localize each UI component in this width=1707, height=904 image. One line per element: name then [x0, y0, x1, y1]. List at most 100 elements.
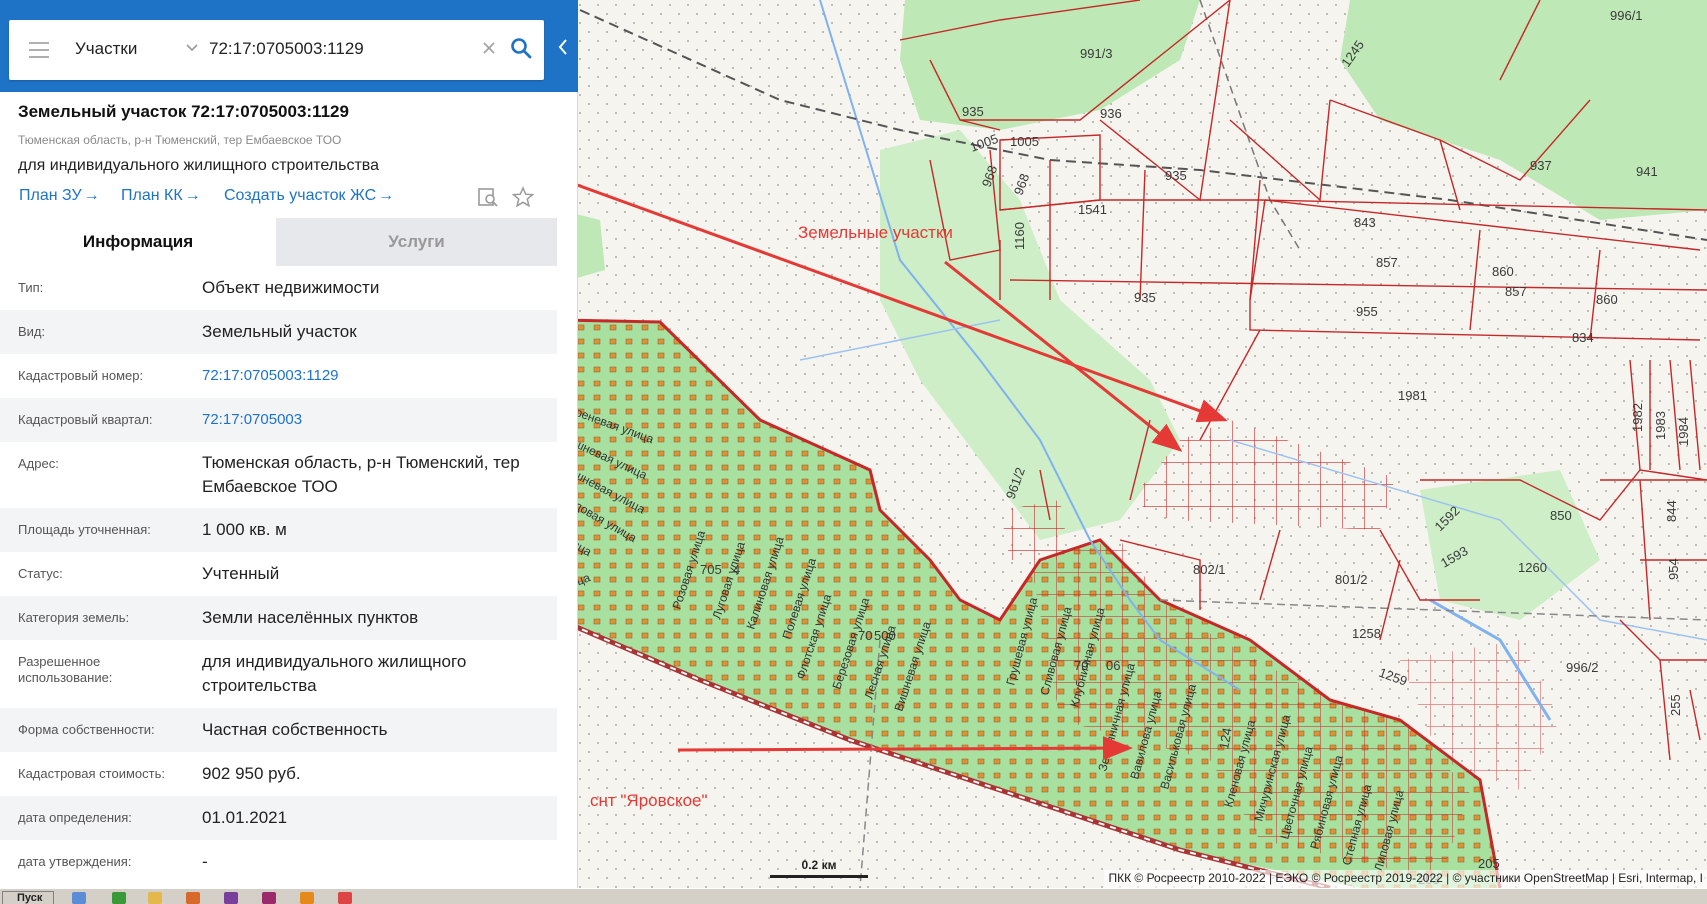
info-value: 1 000 кв. м	[202, 520, 287, 539]
info-label: Тип:	[18, 280, 44, 295]
annotation-land-plots: Земельные участки	[798, 223, 953, 242]
svg-text:205: 205	[1478, 856, 1500, 871]
app-icon[interactable]	[338, 892, 352, 904]
svg-text:996/2: 996/2	[1566, 660, 1599, 675]
app-icon[interactable]	[262, 892, 276, 904]
plan-kk-label: План КК	[121, 187, 183, 204]
plan-zu-link[interactable]: План ЗУ →	[19, 187, 100, 205]
start-button[interactable]: Пуск	[2, 891, 54, 904]
print-preview-icon[interactable]	[477, 186, 499, 208]
chevron-down-icon[interactable]	[184, 39, 200, 55]
info-row-determination-date: дата определения: 01.01.2021	[0, 796, 557, 840]
svg-text:996/1: 996/1	[1610, 8, 1643, 23]
app-icon[interactable]	[224, 892, 238, 904]
info-label: Статус:	[18, 566, 63, 581]
info-row-permitted-use: Разрешенное использование: для индивидуа…	[0, 640, 557, 708]
explorer-icon[interactable]	[72, 892, 86, 904]
svg-text:1005: 1005	[1010, 134, 1039, 149]
app-icon[interactable]	[300, 892, 314, 904]
svg-text:802/1: 802/1	[1193, 562, 1226, 577]
cadastral-number-link[interactable]: 72:17:0705003:1129	[202, 364, 542, 388]
app-icon[interactable]	[186, 892, 200, 904]
create-parcel-link[interactable]: Создать участок ЖС →	[224, 187, 394, 205]
info-value: 902 950 руб.	[202, 764, 301, 783]
info-label: дата определения:	[18, 810, 132, 825]
info-value: Объект недвижимости	[202, 278, 380, 297]
info-row-area: Площадь уточненная: 1 000 кв. м	[0, 508, 557, 552]
svg-text:850: 850	[1550, 508, 1572, 523]
info-value: Земли населённых пунктов	[202, 608, 419, 627]
clear-icon[interactable]	[481, 40, 497, 56]
parcel-address: Тюменская область, р-н Тюменский, тер Ем…	[18, 133, 342, 147]
info-table: Тип: Объект недвижимости Вид: Земельный …	[0, 266, 557, 884]
info-row-approval-date: дата утверждения: -	[0, 840, 557, 884]
map-attribution: ПКК © Росреестр 2010-2022 | ЕЭКО © Росре…	[1104, 870, 1707, 888]
svg-text:1984: 1984	[1676, 417, 1691, 446]
svg-text:801/2: 801/2	[1335, 572, 1368, 587]
tab-services[interactable]: Услуги	[276, 218, 557, 266]
search-box: Участки	[9, 20, 544, 80]
search-input[interactable]	[209, 34, 469, 64]
svg-text:991/3: 991/3	[1080, 46, 1113, 61]
info-label: Разрешенное использование:	[18, 654, 113, 685]
star-icon[interactable]	[512, 186, 534, 208]
info-value: Земельный участок	[202, 322, 357, 341]
search-icon[interactable]	[509, 36, 533, 60]
svg-text:705: 705	[700, 562, 722, 577]
info-panel: Участки Земельный участок 72:17:0705003:…	[0, 0, 578, 888]
info-label: дата утверждения:	[18, 854, 132, 869]
info-label: Площадь уточненная:	[18, 522, 151, 537]
svg-text:834: 834	[1572, 330, 1594, 345]
info-label: Кадастровый номер:	[18, 368, 144, 383]
info-row-address: Адрес: Тюменская область, р-н Тюменский,…	[0, 442, 557, 508]
folder-icon[interactable]	[148, 892, 162, 904]
svg-text:06: 06	[1106, 658, 1120, 673]
info-row-land-category: Категория земель: Земли населённых пункт…	[0, 596, 557, 640]
arrow-right-icon: →	[83, 187, 100, 204]
info-value: для индивидуального жилищного строительс…	[202, 652, 467, 695]
svg-text:1160: 1160	[1012, 222, 1027, 250]
svg-text:937: 937	[1530, 158, 1552, 173]
svg-text:255: 255	[1668, 694, 1683, 716]
taskbar: Пуск	[0, 888, 1707, 904]
info-label: Форма собственности:	[18, 722, 155, 737]
arrow-right-icon: →	[378, 187, 395, 204]
svg-text:954: 954	[1666, 558, 1681, 580]
browser-icon[interactable]	[112, 892, 126, 904]
parcel-title: Земельный участок 72:17:0705003:1129	[18, 102, 349, 121]
info-row-ownership: Форма собственности: Частная собственнос…	[0, 708, 557, 752]
info-row-cadastral-value: Кадастровая стоимость: 902 950 руб.	[0, 752, 557, 796]
info-label: Кадастровый квартал:	[18, 412, 153, 427]
menu-icon[interactable]	[29, 42, 49, 58]
info-row-status: Статус: Учтенный	[0, 552, 557, 596]
svg-text:857: 857	[1505, 284, 1527, 299]
svg-text:1982: 1982	[1630, 403, 1645, 432]
arrow-right-icon: →	[184, 187, 201, 204]
collapse-panel-icon[interactable]	[556, 36, 570, 58]
scale-bar: 0.2 км	[770, 858, 868, 878]
tabs: Информация Услуги	[0, 218, 557, 266]
svg-text:935: 935	[962, 104, 984, 119]
info-row-cadastral-quarter: Кадастровый квартал: 72:17:0705003	[0, 398, 557, 442]
svg-text:844: 844	[1664, 500, 1679, 522]
svg-text:843: 843	[1354, 215, 1376, 230]
plan-kk-link[interactable]: План КК →	[121, 187, 201, 205]
svg-text:860: 860	[1596, 292, 1618, 307]
parcel-use: для индивидуального жилищного строительс…	[18, 157, 379, 174]
info-label: Категория земель:	[18, 610, 130, 625]
svg-text:935: 935	[1165, 168, 1187, 183]
annotation-snt: снт "Яровское"	[590, 791, 708, 810]
info-value: 01.01.2021	[202, 808, 288, 827]
tab-information[interactable]: Информация	[0, 218, 276, 266]
info-value: -	[202, 852, 208, 871]
info-value: Частная собственность	[202, 720, 388, 739]
info-row-kind: Вид: Земельный участок	[0, 310, 557, 354]
cadastral-quarter-link[interactable]: 72:17:0705003	[202, 408, 542, 432]
info-row-type: Тип: Объект недвижимости	[0, 266, 557, 310]
info-label: Кадастровая стоимость:	[18, 766, 165, 781]
layer-select[interactable]: Участки	[75, 39, 137, 59]
svg-text:857: 857	[1376, 255, 1398, 270]
info-value: Тюменская область, р-н Тюменский, тер Ем…	[202, 453, 520, 496]
svg-text:1981: 1981	[1398, 388, 1427, 403]
svg-text:1260: 1260	[1518, 560, 1547, 575]
